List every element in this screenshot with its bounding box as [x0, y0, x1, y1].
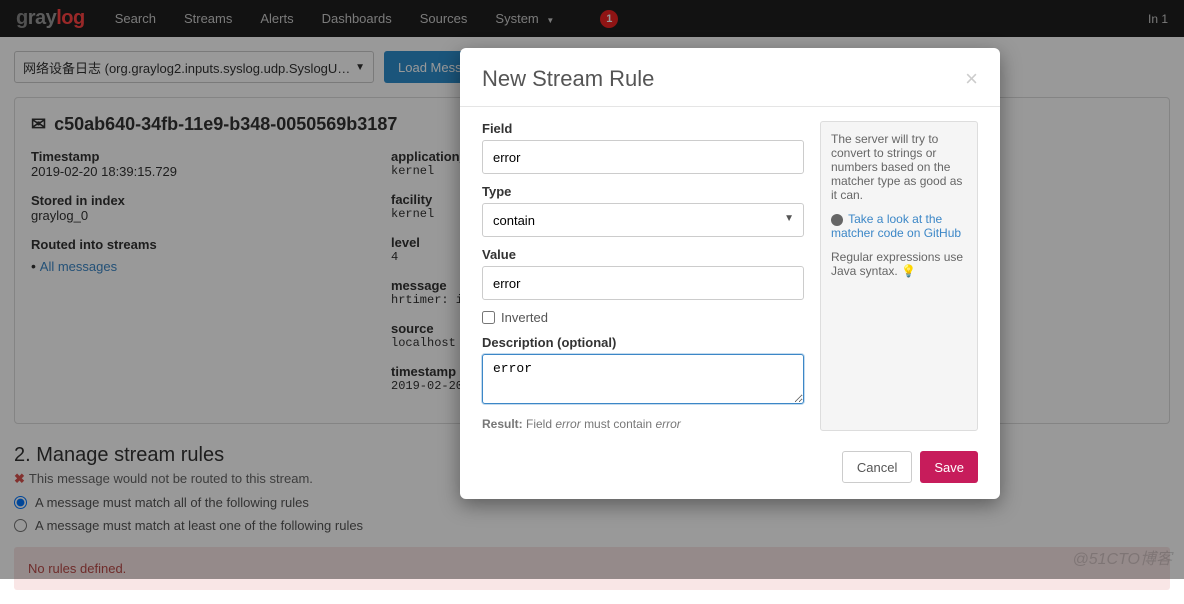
description-label: Description (optional) [482, 335, 804, 350]
result-t1: Field [526, 417, 552, 431]
value-input-label: Value [482, 247, 804, 262]
result-value: error [655, 417, 680, 431]
watermark: @51CTO博客 [1072, 545, 1172, 569]
inverted-label: Inverted [501, 310, 548, 325]
result-prefix: Result: [482, 417, 523, 431]
type-select[interactable]: contain [482, 203, 804, 237]
new-stream-rule-modal: New Stream Rule × Field Type contain ▼ V… [460, 48, 1000, 499]
type-select-label: Type [482, 184, 804, 199]
info-box: The server will try to convert to string… [820, 121, 978, 431]
value-input[interactable] [482, 266, 804, 300]
matcher-code-link[interactable]: Take a look at the matcher code on GitHu… [831, 212, 961, 240]
github-icon [831, 214, 843, 226]
inverted-checkbox[interactable] [482, 311, 495, 324]
lightbulb-icon: 💡 [901, 264, 916, 278]
cancel-button[interactable]: Cancel [842, 451, 912, 483]
description-textarea[interactable] [482, 354, 804, 404]
field-input[interactable] [482, 140, 804, 174]
field-input-label: Field [482, 121, 804, 136]
info-text-1: The server will try to convert to string… [831, 132, 967, 202]
info-text-2: Regular expressions use Java syntax. [831, 250, 963, 278]
save-button[interactable]: Save [920, 451, 978, 483]
result-t2: must contain [584, 417, 652, 431]
result-field: error [555, 417, 580, 431]
modal-title: New Stream Rule [482, 66, 654, 92]
rule-result-preview: Result: Field error must contain error [482, 417, 804, 431]
close-icon[interactable]: × [965, 66, 978, 92]
